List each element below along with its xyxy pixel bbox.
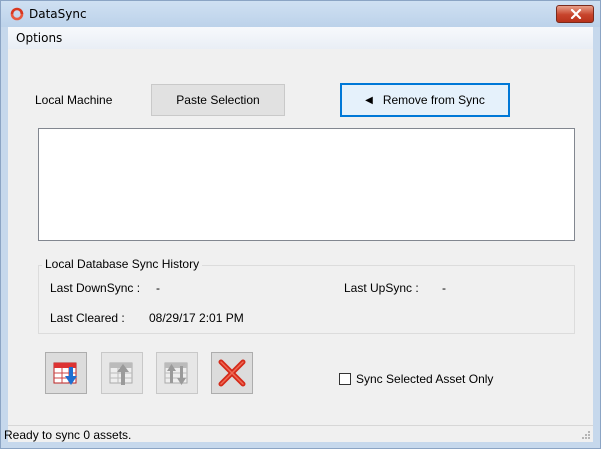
- sync-both-button[interactable]: [156, 352, 198, 394]
- downsync-button[interactable]: [45, 352, 87, 394]
- sync-both-icon: [164, 362, 188, 385]
- paste-selection-button[interactable]: Paste Selection: [151, 84, 285, 116]
- sync-selected-checkbox[interactable]: Sync Selected Asset Only: [339, 372, 493, 386]
- title-bar[interactable]: DataSync: [1, 1, 600, 27]
- menu-options[interactable]: Options: [11, 30, 67, 46]
- delete-button[interactable]: [211, 352, 253, 394]
- last-cleared-label: Last Cleared :: [50, 311, 125, 325]
- triangle-left-icon: ◀: [365, 94, 373, 106]
- window-title: DataSync: [29, 7, 87, 21]
- delete-x-icon: [218, 359, 246, 387]
- remove-from-sync-label: Remove from Sync: [382, 93, 485, 107]
- close-icon: [570, 9, 582, 19]
- upsync-icon: [109, 362, 133, 385]
- status-bar: Ready to sync 0 assets.: [4, 425, 593, 442]
- last-cleared-value: 08/29/17 2:01 PM: [149, 311, 244, 325]
- downsync-icon: [53, 362, 77, 385]
- checkbox-box[interactable]: [339, 373, 351, 385]
- sync-history-title: Local Database Sync History: [42, 257, 203, 271]
- last-upsync-label: Last UpSync :: [344, 281, 419, 295]
- last-downsync-value: -: [156, 281, 160, 295]
- last-upsync-value: -: [442, 281, 446, 295]
- datasync-logo-icon: [9, 6, 25, 22]
- client-area: Options Local Machine Paste Selection ◀ …: [4, 27, 593, 442]
- status-text: Ready to sync 0 assets.: [4, 428, 132, 442]
- paste-selection-label: Paste Selection: [176, 93, 260, 107]
- sync-selected-label: Sync Selected Asset Only: [356, 372, 494, 386]
- close-button[interactable]: [556, 5, 594, 23]
- remove-from-sync-button[interactable]: ◀ Remove from Sync: [340, 83, 510, 117]
- menu-bar: Options: [8, 27, 593, 49]
- upsync-button[interactable]: [101, 352, 143, 394]
- last-downsync-label: Last DownSync :: [50, 281, 141, 295]
- local-machine-label: Local Machine: [35, 93, 113, 107]
- resize-grip-icon[interactable]: [581, 430, 591, 440]
- datasync-window: DataSync Options Local Machine Paste Sel…: [0, 0, 601, 449]
- asset-list[interactable]: [38, 128, 575, 241]
